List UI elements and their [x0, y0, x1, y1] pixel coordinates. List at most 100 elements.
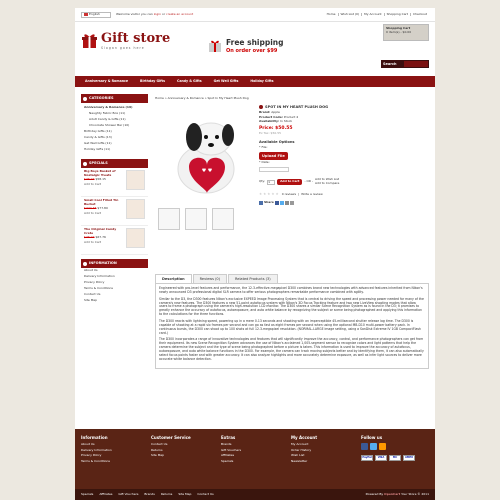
shipping-subtitle: On order over $99	[226, 47, 278, 54]
search-label: Search	[383, 61, 397, 66]
bottom-link[interactable]: Specials	[81, 492, 93, 496]
nav-item-holiday[interactable]: Holiday Gifts	[244, 79, 279, 83]
opencart-link[interactable]: OpenCart	[384, 492, 400, 496]
facebook-icon[interactable]	[274, 200, 279, 205]
footer-link[interactable]: Specials	[221, 459, 285, 466]
bullet-icon	[83, 96, 87, 101]
bottom-link[interactable]: Gift Vouchers	[118, 492, 138, 496]
footer: Information About Us Delivery Informatio…	[75, 429, 435, 489]
reviews-count-link[interactable]: 0 reviews	[282, 192, 296, 197]
product-info: SPOT IN MY HEART PLUSH DOG Brand: Apple …	[259, 105, 429, 205]
payment-icons: PayPal VISA MC AMEX	[361, 454, 435, 461]
search-bar: Search	[381, 60, 429, 68]
special-add-to-cart[interactable]: Add to Cart	[84, 240, 124, 245]
home-link[interactable]: Home	[325, 12, 338, 17]
description-paragraph: Similar to the D3, the D300 features Nik…	[159, 296, 424, 317]
product-thumbnail[interactable]	[185, 208, 207, 230]
category-list: Anniversary & Romance (19) Naughty Fabri…	[81, 103, 148, 155]
print-icon[interactable]	[289, 200, 294, 205]
checkout-link[interactable]: Checkout	[409, 12, 429, 17]
write-review-link[interactable]: Write a review	[301, 192, 323, 197]
special-new-price: $77.80	[97, 205, 108, 210]
gift-box-icon	[81, 32, 98, 49]
main-nav: Anniversary & Romance Birthday Gifts Can…	[75, 76, 435, 87]
date-label: * Date:	[259, 160, 270, 165]
facebook-icon[interactable]	[361, 443, 368, 451]
share-label[interactable]: Share	[264, 200, 274, 205]
file-label: * File:	[259, 144, 268, 149]
email-icon[interactable]	[284, 200, 289, 205]
category-item[interactable]: Holiday Gifts (11)	[84, 147, 145, 153]
bottom-link[interactable]: Brands	[144, 492, 155, 496]
special-add-to-cart[interactable]: Add to Cart	[84, 182, 124, 187]
cart-count: 0 item(s) - $0.00	[386, 29, 412, 34]
footer-link[interactable]: Newsletter	[291, 459, 355, 466]
quantity-input[interactable]: 1	[267, 179, 276, 185]
bottom-links: Specials Affiliates Gift Vouchers Brands…	[81, 492, 219, 497]
share-icon[interactable]	[259, 200, 263, 205]
top-bar: English Welcome visitor you can login or…	[75, 8, 435, 22]
paypal-icon: PayPal	[361, 454, 373, 461]
rss-icon[interactable]	[379, 443, 386, 451]
logo-title: Gift store	[101, 31, 171, 46]
qty-label: Qty:	[259, 179, 266, 184]
powered-by: Powered By OpenCart Your Store © 2011	[365, 491, 429, 496]
twitter-icon[interactable]	[370, 443, 377, 451]
gift-bag-icon	[209, 40, 221, 53]
product-main-image[interactable]: ♥ ♥	[158, 106, 253, 201]
tab-related-products[interactable]: Related Products (3)	[228, 274, 278, 283]
special-old-price: $76.07	[84, 176, 95, 181]
add-to-cart-button[interactable]: Add to Cart	[277, 179, 303, 186]
my-account-link[interactable]: My Account	[361, 12, 383, 17]
description-paragraph: Engineered with pro-level features and p…	[159, 286, 423, 294]
login-link[interactable]: login	[154, 12, 161, 16]
special-thumbnail[interactable]	[126, 228, 145, 248]
upload-file-button[interactable]: Upload File	[259, 151, 288, 161]
cart-summary[interactable]: Shopping Cart 0 item(s) - $0.00	[383, 24, 429, 41]
nav-item-candy[interactable]: Candy & Gifts	[171, 79, 208, 83]
categories-header: CATEGORIES	[81, 94, 148, 103]
bottom-link[interactable]: Affiliates	[99, 492, 112, 496]
product-ex-tax: Ex Tax: $50.55	[259, 131, 282, 136]
special-thumbnail[interactable]	[126, 199, 145, 219]
special-add-to-cart[interactable]: Add to Cart	[84, 211, 124, 216]
product-title: SPOT IN MY HEART PLUSH DOG	[259, 105, 429, 110]
bottom-bar: Specials Affiliates Gift Vouchers Brands…	[75, 489, 435, 500]
language-select[interactable]: English	[81, 11, 111, 18]
twitter-icon[interactable]	[279, 200, 284, 205]
info-link[interactable]: Site Map	[81, 298, 148, 304]
bottom-link[interactable]: Contact Us	[197, 492, 213, 496]
free-shipping-banner: Free shipping On order over $99	[208, 38, 284, 54]
footer-col-customer-service: Customer Service Contact Us Returns Site…	[145, 435, 215, 489]
footer-link[interactable]: Terms & Conditions	[81, 459, 145, 466]
description-panel: Engineered with pro-level features and p…	[155, 283, 429, 369]
product-thumbnails	[158, 208, 253, 230]
bottom-link[interactable]: Site Map	[178, 492, 191, 496]
flag-icon	[84, 13, 88, 16]
special-old-price: $76.07	[84, 234, 95, 239]
create-account-link[interactable]: create an account	[166, 12, 193, 16]
nav-item-anniversary[interactable]: Anniversary & Romance	[79, 79, 134, 83]
breadcrumb[interactable]: Home » Anniversary & Romance » Spot In M…	[155, 96, 425, 101]
information-header: INFORMATION	[81, 259, 148, 268]
date-input[interactable]	[259, 167, 289, 173]
or-text: - OR -	[304, 179, 313, 184]
amex-icon: AMEX	[403, 454, 415, 461]
mastercard-icon: MC	[389, 454, 401, 461]
nav-item-get-well[interactable]: Get Well Gifts	[208, 79, 245, 83]
tab-reviews[interactable]: Reviews (0)	[192, 274, 228, 283]
search-input[interactable]	[404, 61, 428, 67]
bottom-link[interactable]: Returns	[161, 492, 173, 496]
logo[interactable]: Gift store Slogan goes here	[81, 32, 170, 50]
product-thumbnail[interactable]	[212, 208, 234, 230]
rating-stars-icon: ★★★★★	[259, 192, 280, 197]
footer-link[interactable]: Site Map	[151, 453, 215, 460]
shopping-cart-link[interactable]: Shopping Cart	[383, 12, 410, 17]
special-thumbnail[interactable]	[126, 170, 145, 190]
nav-item-birthday[interactable]: Birthday Gifts	[134, 79, 171, 83]
add-to-compare-link[interactable]: Add to Compare	[315, 181, 339, 186]
tab-description[interactable]: Description	[155, 274, 192, 283]
special-new-price: $58.15	[95, 176, 106, 181]
product-thumbnail[interactable]	[158, 208, 180, 230]
wishlist-link[interactable]: Wish List (0)	[337, 12, 362, 17]
